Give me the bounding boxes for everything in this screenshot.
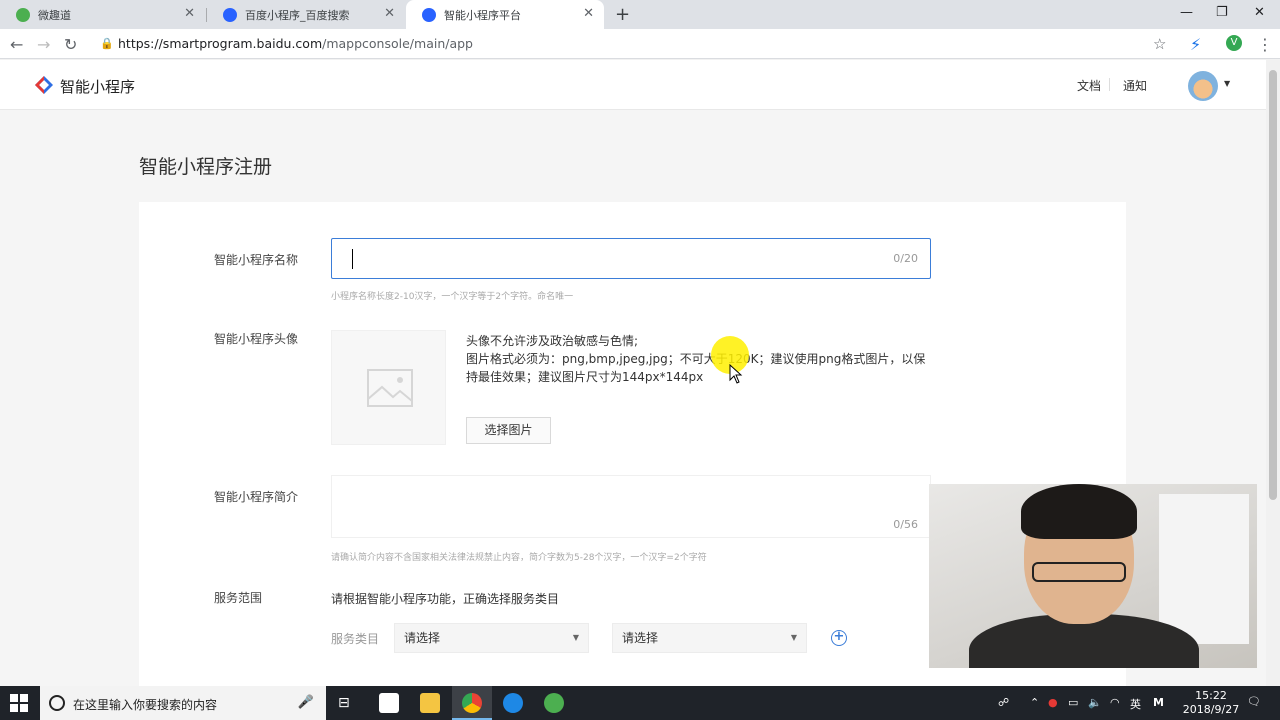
glasses (1032, 562, 1126, 582)
clock-time: 15:22 (1195, 689, 1227, 702)
back-icon[interactable]: ← (10, 35, 23, 54)
antivirus-icon[interactable]: ● (1048, 696, 1058, 709)
intro-counter: 0/56 (893, 518, 918, 531)
baidu-paw-icon (223, 7, 237, 22)
close-icon[interactable]: ✕ (583, 7, 594, 21)
ime-icon[interactable]: M (1153, 696, 1164, 709)
clock[interactable]: 15:22 2018/9/27 (1180, 689, 1242, 717)
name-hint: 小程序名称长度2-10汉字，一个汉字等于2个字符。命名唯一 (331, 292, 574, 302)
person-hair (1021, 484, 1137, 539)
avatar-desc-line2: 图片格式必须为：png,bmp,jpeg,jpg；不可大于120K；建议使用pn… (466, 352, 926, 384)
nav-notice-link[interactable]: 通知 (1123, 77, 1147, 94)
windows-taskbar: 在这里输入你要搜索的内容 🎤 ⊟ ☍ ⌃ ● ▭ 🔈 ◠ 英 M 15:22 2… (0, 686, 1280, 720)
windows-start-icon[interactable] (10, 694, 28, 712)
avatar-label: 智能小程序头像 (214, 332, 299, 346)
tab-title: 微趣道 (38, 8, 71, 22)
page-title: 智能小程序注册 (139, 156, 273, 178)
taskbar-search[interactable]: 在这里输入你要搜索的内容 🎤 (40, 686, 326, 720)
taskbar-search-placeholder: 在这里输入你要搜索的内容 (73, 698, 218, 712)
microphone-icon[interactable]: 🎤 (298, 695, 314, 710)
extension-v-icon[interactable]: V (1226, 35, 1242, 51)
url-field[interactable]: https://smartprogram.baidu.com/mappconso… (118, 36, 473, 51)
webcam-overlay (929, 484, 1257, 668)
intro-hint: 请确认简介内容不含国家相关法律法规禁止内容，简介字数为5-28个汉字，一个汉字=… (331, 553, 707, 563)
tab-title: 智能小程序平台 (444, 8, 521, 22)
add-category-button[interactable]: + (831, 630, 847, 646)
select-value: 请选择 (622, 631, 659, 645)
nav-divider (1109, 78, 1110, 91)
notification-icon[interactable]: 🗨 (1247, 695, 1261, 708)
tab-baidu-search[interactable]: 百度小程序_百度搜索 ✕ (207, 0, 405, 29)
tab-title: 百度小程序_百度搜索 (245, 8, 350, 22)
input-language[interactable]: 英 (1130, 696, 1141, 712)
intro-label: 智能小程序简介 (214, 490, 299, 504)
new-tab-icon[interactable]: + (615, 4, 630, 25)
file-explorer-icon[interactable] (420, 693, 440, 713)
scrollbar-thumb[interactable] (1269, 70, 1277, 500)
wechat-icon[interactable] (544, 693, 564, 713)
image-placeholder-icon (367, 369, 413, 407)
page-scrollbar[interactable] (1266, 60, 1280, 686)
qq-browser-icon[interactable] (503, 693, 523, 713)
network-icon[interactable]: ◠ (1110, 696, 1120, 709)
chrome-icon[interactable] (462, 693, 482, 713)
name-input[interactable]: 0/20 (331, 238, 931, 279)
category-select-primary[interactable]: 请选择 ▼ (394, 623, 589, 653)
mouse-pointer-icon (729, 364, 743, 384)
restore-icon[interactable]: ❐ (1216, 5, 1228, 20)
name-counter: 0/20 (893, 252, 918, 265)
text-caret (352, 249, 353, 269)
bookmark-star-icon[interactable]: ☆ (1153, 35, 1166, 53)
close-icon[interactable]: ✕ (184, 7, 195, 21)
extension-bolt-icon[interactable]: ⚡ (1190, 35, 1201, 54)
window-close-icon[interactable]: ✕ (1254, 5, 1265, 20)
avatar[interactable] (1188, 71, 1218, 101)
url-path: /mappconsole/main/app (322, 36, 473, 51)
avatar-image-placeholder (331, 330, 446, 445)
task-view-icon[interactable]: ⊟ (338, 695, 350, 711)
tray-expand-icon[interactable]: ⌃ (1030, 696, 1039, 709)
url-host: https://smartprogram.baidu.com (118, 36, 323, 51)
volume-icon[interactable]: 🔈 (1088, 696, 1102, 709)
battery-icon[interactable]: ▭ (1068, 696, 1078, 709)
choose-image-button[interactable]: 选择图片 (466, 417, 551, 444)
browser-tab-bar: 微趣道 ✕ 百度小程序_百度搜索 ✕ 智能小程序平台 ✕ + — ❐ ✕ (0, 0, 1280, 29)
category-label: 服务类目 (331, 632, 380, 646)
smart-program-logo-icon (35, 76, 53, 94)
chevron-down-icon[interactable]: ▼ (1224, 79, 1230, 88)
baidu-paw-icon (422, 7, 436, 22)
nav-docs-link[interactable]: 文档 (1077, 77, 1101, 94)
site-header: 智能小程序 文档 通知 ▼ (0, 60, 1266, 110)
people-icon[interactable]: ☍ (998, 696, 1009, 709)
logo-text[interactable]: 智能小程序 (60, 76, 135, 97)
tab-smart-program[interactable]: 智能小程序平台 ✕ (406, 0, 604, 29)
lock-icon: 🔒 (100, 37, 114, 50)
chevron-down-icon: ▼ (790, 633, 797, 642)
background-wall (1159, 494, 1249, 644)
intro-textarea[interactable]: 0/56 (331, 475, 931, 538)
close-icon[interactable]: ✕ (384, 7, 395, 21)
minimize-icon[interactable]: — (1180, 5, 1193, 20)
service-desc: 请根据智能小程序功能，正确选择服务类目 (331, 592, 560, 606)
address-bar: ← → ↻ 🔒 https://smartprogram.baidu.com/m… (0, 29, 1280, 59)
name-label: 智能小程序名称 (214, 253, 299, 267)
avatar-desc-line1: 头像不允许涉及政治敏感与色情; (466, 334, 639, 348)
category-select-secondary[interactable]: 请选择 ▼ (612, 623, 807, 653)
tab-weiqudao[interactable]: 微趣道 ✕ (0, 0, 205, 29)
chevron-down-icon: ▼ (572, 633, 579, 642)
menu-dots-icon[interactable]: ⋮ (1257, 35, 1273, 54)
forward-icon[interactable]: → (37, 35, 50, 54)
mail-icon[interactable] (379, 693, 399, 713)
service-label: 服务范围 (214, 591, 263, 605)
wechat-favicon-icon (16, 7, 30, 22)
avatar-requirements: 头像不允许涉及政治敏感与色情; 图片格式必须为：png,bmp,jpeg,jpg… (466, 332, 936, 386)
reload-icon[interactable]: ↻ (64, 35, 77, 54)
cortana-icon (49, 695, 65, 711)
clock-date: 2018/9/27 (1182, 703, 1240, 716)
select-value: 请选择 (404, 631, 441, 645)
